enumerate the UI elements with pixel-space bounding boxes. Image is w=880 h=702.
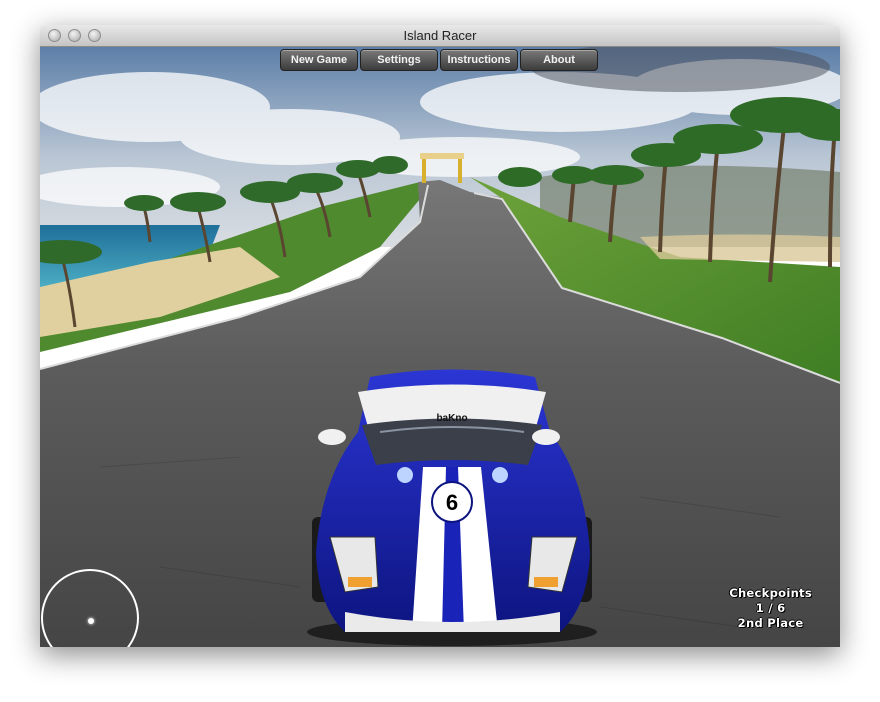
race-position: 2nd Place xyxy=(737,616,804,630)
instructions-button[interactable]: Instructions xyxy=(440,49,518,71)
checkpoints-label: Checkpoints xyxy=(729,586,812,600)
checkpoints-value: 1 / 6 xyxy=(755,601,786,615)
title-bar[interactable]: Island Racer xyxy=(40,25,840,47)
race-scene: 6 baKno xyxy=(40,47,840,647)
new-game-button[interactable]: New Game xyxy=(280,49,358,71)
game-menu: New Game Settings Instructions About xyxy=(280,49,600,71)
settings-button[interactable]: Settings xyxy=(360,49,438,71)
game-window: Island Racer 6 baKno Checkpoints 1 / 6 2… xyxy=(40,25,840,647)
car-number: 6 xyxy=(446,490,458,515)
radar-blip-opponent xyxy=(88,618,94,624)
game-viewport[interactable]: 6 baKno Checkpoints 1 / 6 2nd Place xyxy=(40,47,840,647)
window-title: Island Racer xyxy=(403,28,477,43)
about-button[interactable]: About xyxy=(520,49,598,71)
race-hud: Checkpoints 1 / 6 2nd Place xyxy=(729,586,812,631)
car-hood-text: baKno xyxy=(436,413,467,424)
